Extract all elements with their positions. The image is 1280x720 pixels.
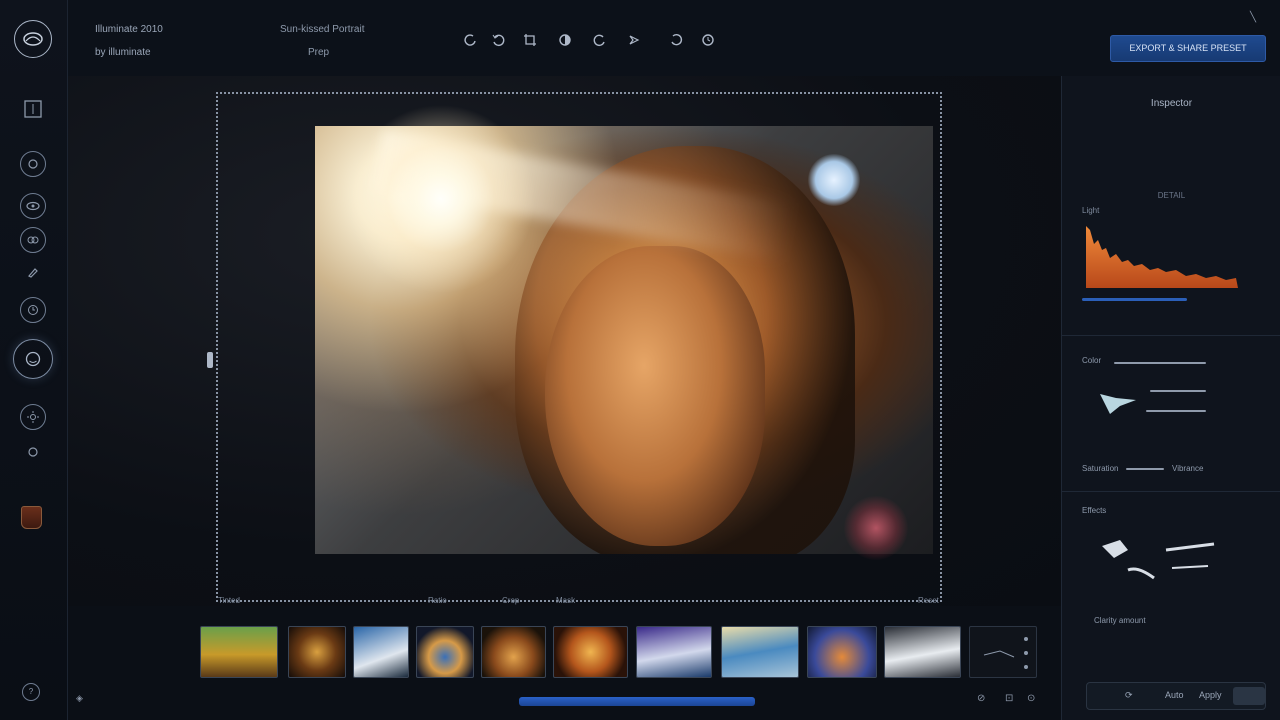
file-name: Illuminate 2010 — [95, 24, 163, 35]
vibrance-label: Vibrance — [1172, 464, 1204, 473]
frame-label-ratio[interactable]: Ratio — [428, 596, 447, 605]
adjust-icon[interactable] — [557, 32, 573, 48]
effects-preview — [1102, 540, 1215, 580]
crop-icon[interactable] — [522, 32, 538, 48]
saturation-slider[interactable] — [1126, 468, 1164, 470]
history-icon[interactable] — [668, 32, 684, 48]
clarity-label: Clarity amount — [1094, 616, 1146, 625]
filmstrip-thumb[interactable] — [969, 626, 1037, 678]
frame-label-mask[interactable]: Mask — [556, 596, 575, 605]
filmstrip-scrollbar[interactable] — [519, 697, 755, 706]
folder-icon[interactable]: ⊡ — [1005, 693, 1013, 704]
filmstrip-thumb[interactable] — [481, 626, 546, 678]
brush-icon[interactable] — [20, 259, 46, 285]
filter-icon[interactable] — [20, 227, 46, 253]
filmstrip — [200, 624, 1040, 680]
saturation-label: Saturation — [1082, 464, 1119, 473]
color-slider[interactable] — [1150, 390, 1206, 392]
app-logo-icon[interactable] — [14, 20, 52, 58]
frame-label-tinted[interactable]: Tinted — [218, 596, 240, 605]
frame-labels: Tinted Ratio Crop Mask Reset — [216, 596, 942, 610]
inspector-panel: Inspector DETAIL Light Color Saturation … — [1061, 76, 1280, 720]
filmstrip-thumb[interactable] — [636, 626, 712, 678]
panel-toggle[interactable] — [1233, 687, 1265, 705]
color-label: Color — [1082, 356, 1102, 365]
histogram-label: Light — [1082, 206, 1100, 215]
filmstrip-thumb[interactable] — [807, 626, 877, 678]
histogram-caption: DETAIL — [1157, 191, 1186, 200]
rotate-left-icon[interactable] — [462, 32, 478, 48]
undo-icon[interactable] — [490, 32, 506, 48]
settings-icon[interactable] — [20, 404, 46, 430]
filmstrip-thumb[interactable] — [288, 626, 346, 678]
filmstrip-thumb[interactable] — [200, 626, 278, 678]
redo-icon[interactable] — [592, 32, 608, 48]
crop-frame[interactable] — [216, 92, 942, 602]
refresh-icon[interactable] — [700, 32, 716, 48]
top-bar: Illuminate 2010 by illuminate Sun-kissed… — [68, 0, 1280, 76]
document-meta: Sun-kissed Portrait Prep — [280, 18, 364, 64]
status-icon: ◈ — [76, 693, 83, 703]
eye-icon[interactable] — [20, 193, 46, 219]
layers-icon[interactable] — [20, 96, 46, 122]
panel-title: Inspector — [1150, 98, 1193, 109]
sync-icon[interactable] — [20, 439, 46, 465]
document-sub: Prep — [308, 47, 330, 58]
panel-bottom-controls: ⟳ Auto Apply — [1086, 682, 1266, 710]
canvas-area: Tinted Ratio Crop Mask Reset — [68, 76, 1061, 606]
compass-icon[interactable] — [626, 32, 642, 48]
color-section: Color Saturation Vibrance — [1062, 336, 1280, 492]
histogram-section: Inspector DETAIL Light — [1062, 76, 1280, 336]
frame-label-reset[interactable]: Reset — [918, 596, 939, 605]
help-icon[interactable]: ? — [22, 683, 40, 701]
export-button[interactable]: EXPORT & SHARE PRESET — [1110, 35, 1266, 62]
tool-rail: ? — [0, 0, 68, 720]
filmstrip-thumb[interactable] — [884, 626, 961, 678]
auto-button[interactable]: Auto — [1165, 690, 1184, 700]
refresh-small-icon[interactable]: ⊙ — [1027, 693, 1035, 704]
color-slider[interactable] — [1146, 410, 1206, 412]
close-icon[interactable]: ╲ — [1250, 12, 1256, 23]
crop-handle[interactable] — [207, 352, 213, 368]
effects-label: Effects — [1082, 506, 1107, 515]
filmstrip-thumb[interactable] — [416, 626, 474, 678]
apply-button[interactable]: Apply — [1199, 690, 1222, 700]
clock-icon[interactable] — [20, 297, 46, 323]
color-wheel-icon[interactable] — [1096, 386, 1146, 416]
file-sub: by illuminate — [95, 47, 151, 58]
color-swatch[interactable] — [21, 506, 42, 529]
face-icon[interactable] — [13, 339, 53, 379]
document-title[interactable]: Sun-kissed Portrait — [280, 18, 364, 41]
filmstrip-thumb[interactable] — [353, 626, 409, 678]
file-meta: Illuminate 2010 by illuminate — [95, 18, 163, 64]
effects-section: Effects Clarity amount — [1062, 492, 1280, 668]
filmstrip-thumb[interactable] — [553, 626, 628, 678]
refresh-control-icon[interactable]: ⟳ — [1125, 690, 1133, 701]
histogram-range-bar[interactable] — [1082, 298, 1187, 301]
histogram-chart — [1086, 226, 1238, 288]
frame-label-crop[interactable]: Crop — [502, 596, 519, 605]
link-icon[interactable]: ⊘ — [977, 693, 985, 704]
color-slider[interactable] — [1114, 362, 1206, 364]
brightness-icon[interactable] — [20, 151, 46, 177]
filmstrip-thumb[interactable] — [721, 626, 799, 678]
